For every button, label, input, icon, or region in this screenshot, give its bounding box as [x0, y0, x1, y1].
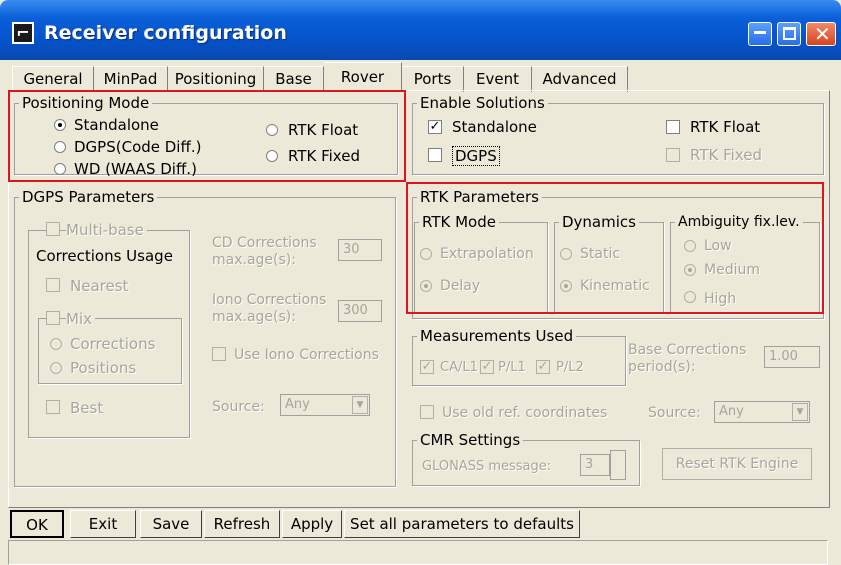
title-bar[interactable]: ⌐ Receiver configuration ✕ [0, 0, 841, 60]
chevron-down-icon: ▼ [792, 403, 808, 421]
base-corrections-field[interactable]: 1.00 [764, 346, 820, 368]
exit-button[interactable]: Exit [70, 510, 136, 538]
old-ref-source-label: Source: [648, 405, 701, 421]
tab-positioning[interactable]: Positioning [168, 66, 264, 92]
receiver-configuration-window: ⌐ Receiver configuration ✕ General MinPa… [0, 0, 841, 565]
close-icon: ✕ [814, 22, 831, 46]
dgps-source-select[interactable]: Any ▼ [280, 394, 370, 416]
dgps-parameters-title: DGPS Parameters [19, 188, 158, 206]
tab-minpad[interactable]: MinPad [94, 66, 168, 92]
highlight-rtk-parameters [406, 182, 824, 314]
old-ref-source-select[interactable]: Any ▼ [714, 401, 810, 423]
rtk-float-solution-checkbox[interactable] [666, 120, 680, 134]
iono-corrections-field[interactable]: 300 [338, 300, 382, 322]
ca-l1-checkbox[interactable]: ✓ [420, 360, 434, 374]
tab-advanced[interactable]: Advanced [532, 66, 628, 92]
apply-button[interactable]: Apply [282, 510, 342, 538]
use-iono-label: Use Iono Corrections [234, 347, 379, 363]
tab-bar: General MinPad Positioning Base Rover Po… [10, 62, 841, 92]
old-ref-source-value: Any [719, 404, 744, 419]
multi-base-label: Multi-base [66, 221, 147, 239]
positions-radio[interactable] [50, 362, 62, 374]
reset-rtk-engine-button[interactable]: Reset RTK Engine [662, 448, 812, 480]
glonass-message-field[interactable]: 3 [580, 454, 610, 476]
ok-button[interactable]: OK [10, 510, 64, 538]
best-label: Best [70, 399, 104, 417]
use-old-ref-label: Use old ref. coordinates [442, 405, 608, 421]
standalone-solution-checkbox[interactable]: ✓ [428, 120, 442, 134]
mix-checkbox[interactable] [46, 311, 60, 325]
tab-general[interactable]: General [12, 66, 94, 92]
standalone-solution-label: Standalone [452, 118, 537, 136]
base-corrections-label: Base Corrections period(s): [628, 342, 747, 375]
p-l2-label: P/L2 [556, 360, 584, 375]
dgps-source-label: Source: [212, 399, 265, 415]
set-defaults-button[interactable]: Set all parameters to defaults [344, 510, 580, 538]
maximize-button[interactable] [777, 22, 801, 46]
rtk-fixed-solution-checkbox[interactable] [666, 148, 680, 162]
cmr-settings-title: CMR Settings [417, 431, 524, 449]
dgps-solution-checkbox[interactable] [428, 148, 442, 162]
p-l1-checkbox[interactable]: ✓ [480, 360, 494, 374]
best-checkbox[interactable] [46, 400, 60, 414]
save-button[interactable]: Save [140, 510, 202, 538]
use-iono-checkbox[interactable] [212, 347, 226, 361]
positions-label: Positions [70, 359, 137, 377]
mix-label: Mix [66, 310, 95, 328]
cd-corrections-field[interactable]: 30 [338, 239, 382, 261]
multi-base-checkbox[interactable] [46, 222, 60, 236]
highlight-positioning-mode [8, 90, 406, 182]
ca-l1-label: CA/L1 [440, 360, 478, 375]
corrections-label: Corrections [70, 335, 156, 353]
dgps-source-value: Any [285, 397, 310, 412]
minimize-button[interactable] [748, 22, 772, 46]
tab-rover[interactable]: Rover [324, 62, 402, 92]
use-old-ref-checkbox[interactable] [420, 405, 434, 419]
rtk-fixed-solution-label: RTK Fixed [690, 146, 762, 164]
close-button[interactable]: ✕ [806, 22, 836, 46]
tab-ports[interactable]: Ports [402, 66, 464, 92]
refresh-button[interactable]: Refresh [204, 510, 280, 538]
dgps-solution-label: DGPS [452, 146, 500, 166]
enable-solutions-title: Enable Solutions [417, 94, 548, 112]
glonass-spinner[interactable] [610, 450, 626, 480]
chevron-down-icon: ▼ [352, 396, 368, 414]
app-icon: ⌐ [12, 22, 34, 44]
window-title: Receiver configuration [44, 22, 287, 44]
tab-event[interactable]: Event [464, 66, 532, 92]
cd-corrections-label: CD Corrections max.age(s): [212, 235, 317, 268]
corrections-usage-title: Corrections Usage [36, 247, 173, 265]
status-bar [8, 540, 828, 565]
tab-base[interactable]: Base [264, 66, 324, 92]
glonass-message-label: GLONASS message: [422, 459, 552, 474]
p-l2-checkbox[interactable]: ✓ [536, 360, 550, 374]
nearest-label: Nearest [70, 277, 129, 295]
corrections-radio[interactable] [50, 338, 62, 350]
measurements-used-title: Measurements Used [417, 327, 577, 345]
minimize-icon [754, 31, 766, 34]
nearest-checkbox[interactable] [46, 278, 60, 292]
maximize-icon [783, 27, 796, 40]
iono-corrections-label: Iono Corrections max.age(s): [212, 292, 327, 325]
rtk-float-solution-label: RTK Float [690, 118, 761, 136]
p-l1-label: P/L1 [498, 360, 526, 375]
